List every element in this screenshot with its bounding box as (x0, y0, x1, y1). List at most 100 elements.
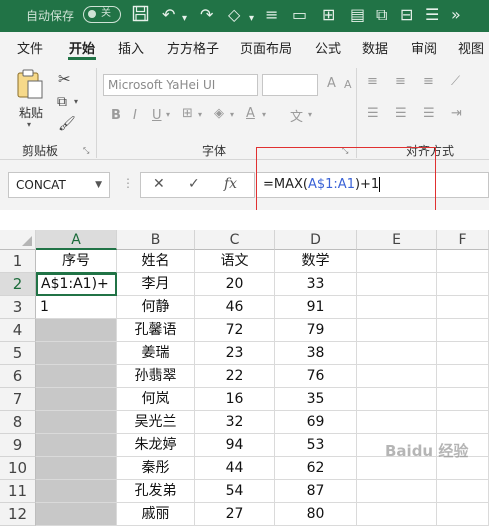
cell-a[interactable] (36, 388, 117, 411)
borders-dropdown-icon[interactable]: ▾ (198, 110, 202, 119)
font-size-box[interactable] (262, 74, 318, 96)
row-header[interactable]: 10 (0, 457, 36, 480)
cell-c[interactable]: 22 (195, 365, 275, 388)
cell-f[interactable] (437, 503, 489, 526)
cell-a[interactable] (36, 503, 117, 526)
cell-d[interactable]: 35 (275, 388, 357, 411)
column-header-d[interactable]: D (275, 230, 357, 250)
tab-home[interactable]: 开始 (69, 38, 95, 57)
cell-c[interactable]: 32 (195, 411, 275, 434)
cell-c[interactable]: 44 (195, 457, 275, 480)
cell-b[interactable]: 戚丽 (117, 503, 195, 526)
cut-icon[interactable]: ✂ (58, 70, 71, 88)
cell-a[interactable]: 序号 (36, 250, 117, 273)
tab-review[interactable]: 审阅 (411, 38, 437, 57)
bold-button[interactable]: B (111, 108, 121, 123)
eraser-dropdown-icon[interactable]: ▾ (249, 9, 254, 29)
tab-page-layout[interactable]: 页面布局 (240, 38, 292, 57)
cell-f[interactable] (437, 365, 489, 388)
phonetic-dropdown-icon[interactable]: ▾ (308, 110, 312, 119)
cell-c[interactable]: 94 (195, 434, 275, 457)
cell-d[interactable]: 53 (275, 434, 357, 457)
more-commands-icon[interactable]: » (451, 5, 461, 25)
cell-e[interactable] (357, 365, 437, 388)
column-header-a[interactable]: A (36, 230, 117, 250)
cell-f[interactable] (437, 388, 489, 411)
align-top-icon[interactable]: ≡ (367, 74, 378, 89)
quick-access-icon-4[interactable]: ⧉ (376, 5, 387, 25)
cell-a[interactable] (36, 365, 117, 388)
quick-access-icon-5[interactable]: ⊟ (400, 5, 413, 25)
row-header[interactable]: 8 (0, 411, 36, 434)
cell-f[interactable] (437, 273, 489, 296)
cell-b[interactable]: 李月 (117, 273, 195, 296)
cell-e[interactable] (357, 296, 437, 319)
cell-d[interactable]: 76 (275, 365, 357, 388)
cell-d[interactable]: 33 (275, 273, 357, 296)
cell-a[interactable]: 1 (36, 296, 117, 319)
select-all-corner[interactable] (0, 230, 36, 250)
cell-e[interactable] (357, 411, 437, 434)
cell-a[interactable]: A$1:A1)+ (36, 273, 117, 296)
cell-e[interactable] (357, 273, 437, 296)
cell-d[interactable]: 数学 (275, 250, 357, 273)
cell-b[interactable]: 朱龙婷 (117, 434, 195, 457)
cell-e[interactable] (357, 503, 437, 526)
cell-e[interactable] (357, 342, 437, 365)
cell-b[interactable]: 姓名 (117, 250, 195, 273)
save-icon[interactable] (132, 5, 149, 27)
cell-d[interactable]: 80 (275, 503, 357, 526)
cell-e[interactable] (357, 250, 437, 273)
font-color-dropdown-icon[interactable]: ▾ (262, 110, 266, 119)
cell-a[interactable] (36, 319, 117, 342)
tab-formulas[interactable]: 公式 (315, 38, 341, 57)
cell-e[interactable] (357, 319, 437, 342)
cell-f[interactable] (437, 411, 489, 434)
tab-file[interactable]: 文件 (17, 38, 43, 57)
fill-color-dropdown-icon[interactable]: ▾ (230, 110, 234, 119)
customize-toolbar-icon[interactable]: ≡ (265, 5, 278, 25)
cell-f[interactable] (437, 342, 489, 365)
cell-b[interactable]: 何岚 (117, 388, 195, 411)
font-size-up-icon[interactable]: A (327, 76, 336, 91)
cell-b[interactable]: 孔馨语 (117, 319, 195, 342)
row-header[interactable]: 5 (0, 342, 36, 365)
row-header[interactable]: 12 (0, 503, 36, 526)
font-color-icon[interactable]: A (246, 106, 255, 121)
fill-color-icon[interactable]: ◈ (214, 106, 224, 121)
tab-view[interactable]: 视图 (458, 38, 484, 57)
font-name-box[interactable]: Microsoft YaHei UI (103, 74, 258, 96)
quick-access-icon-3[interactable]: ▤ (350, 5, 365, 25)
row-header[interactable]: 7 (0, 388, 36, 411)
row-header[interactable]: 2 (0, 273, 36, 296)
tab-data[interactable]: 数据 (362, 38, 388, 57)
orientation-icon[interactable]: ⟋ (451, 74, 460, 89)
align-right-icon[interactable]: ☰ (423, 106, 435, 121)
cell-e[interactable] (357, 388, 437, 411)
enter-icon[interactable]: ✓ (188, 176, 200, 192)
redo-icon[interactable]: ↷ (200, 5, 213, 25)
cell-c[interactable]: 46 (195, 296, 275, 319)
cell-d[interactable]: 69 (275, 411, 357, 434)
column-header-c[interactable]: C (195, 230, 275, 250)
cell-a[interactable] (36, 457, 117, 480)
quick-access-icon-6[interactable]: ☰ (425, 5, 439, 25)
row-header[interactable]: 4 (0, 319, 36, 342)
cell-b[interactable]: 孙翡翠 (117, 365, 195, 388)
row-header[interactable]: 1 (0, 250, 36, 273)
cancel-icon[interactable]: ✕ (153, 176, 165, 192)
row-header[interactable]: 3 (0, 296, 36, 319)
cell-d[interactable]: 91 (275, 296, 357, 319)
row-header[interactable]: 6 (0, 365, 36, 388)
cell-c[interactable]: 20 (195, 273, 275, 296)
tab-insert[interactable]: 插入 (118, 38, 144, 57)
format-painter-icon[interactable]: 🖌 (58, 116, 76, 132)
cell-c[interactable]: 23 (195, 342, 275, 365)
column-header-b[interactable]: B (117, 230, 195, 250)
cell-a[interactable] (36, 434, 117, 457)
paste-button[interactable]: 粘贴 ▾ (15, 68, 49, 129)
cell-f[interactable] (437, 296, 489, 319)
name-box[interactable]: CONCAT ▼ (8, 172, 110, 198)
name-box-dropdown-icon[interactable]: ▼ (95, 173, 102, 197)
column-header-f[interactable]: F (437, 230, 489, 250)
